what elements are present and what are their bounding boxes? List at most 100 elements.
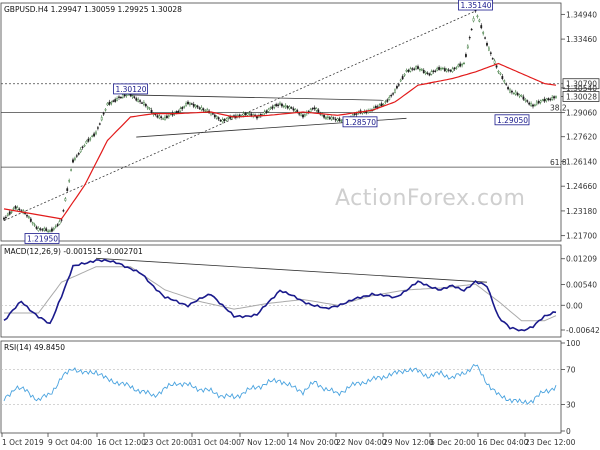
price-tick-label-7: 1.26140 [566, 157, 597, 166]
candle-body [31, 222, 34, 224]
candle-body [403, 74, 406, 76]
candle-body [133, 96, 136, 98]
rsi-tick-label-3: 0 [566, 427, 571, 436]
candle-body [284, 105, 287, 108]
candle-body [478, 19, 481, 22]
candle-body [539, 100, 542, 103]
price-tick-label-4: 1.30028 [566, 92, 597, 101]
candle-body [56, 224, 59, 227]
candle-body [499, 73, 502, 75]
candle-body [198, 107, 201, 109]
candle-body [541, 99, 544, 101]
candle-body [440, 68, 442, 70]
price-tick-label-5: 1.29060 [566, 109, 597, 118]
candle-body [532, 104, 534, 107]
candle-body [43, 228, 46, 231]
candle-body [125, 94, 128, 97]
candle-body [455, 67, 458, 69]
candle-body [396, 86, 398, 89]
price-annotation-label-2: 1.28570 [345, 118, 376, 127]
candle-body [114, 99, 117, 102]
candle-body [501, 76, 504, 80]
candle-body [390, 95, 393, 97]
candle-body [148, 107, 151, 110]
macd-tick-label-2: 0.00 [566, 301, 583, 310]
candle-body [160, 116, 163, 119]
candle-body [242, 113, 245, 116]
candle-body [459, 63, 462, 67]
candle-body [213, 114, 216, 118]
candle-body [509, 89, 511, 93]
x-tick-label-9: 6 Dec 20:00 [430, 438, 476, 447]
candle-body [415, 66, 417, 70]
candle-body [112, 100, 115, 102]
candle-body [313, 107, 316, 110]
candle-body [166, 115, 168, 119]
candle-body [298, 113, 301, 115]
x-tick-label-2: 16 Oct 12:00 [97, 438, 146, 447]
candle-body [137, 99, 140, 102]
candle-body [14, 206, 17, 209]
candle-body [91, 135, 94, 137]
x-tick-label-0: 1 Oct 2019 [2, 438, 44, 447]
candle-body [265, 110, 268, 113]
candle-body [401, 76, 404, 80]
candle-body [269, 107, 272, 109]
candle-body [520, 95, 523, 97]
candle-body [212, 113, 214, 115]
rsi-panel-frame [0, 340, 562, 434]
candle-body [463, 62, 465, 65]
candle-body [386, 99, 389, 102]
candle-body [281, 103, 283, 107]
candle-body [202, 108, 205, 111]
candle-body [430, 71, 433, 75]
candle-body [325, 117, 327, 120]
candle-body [497, 70, 500, 73]
candle-body [451, 68, 454, 72]
candle-body [327, 116, 329, 118]
macd-header: MACD(12,26,9) -0.001515 -0.002701 [4, 247, 143, 256]
candle-body [432, 70, 435, 72]
candle-body [491, 58, 494, 60]
candle-body [104, 109, 107, 111]
candle-body [177, 110, 180, 113]
rsi-tick-label-0: 100 [566, 339, 581, 348]
candle-body [58, 221, 61, 225]
candle-body [192, 103, 195, 107]
candle-body [206, 109, 209, 112]
candle-body [422, 69, 425, 73]
candle-body [489, 52, 492, 54]
candle-body [405, 70, 408, 72]
candle-body [480, 25, 483, 29]
candle-body [472, 18, 475, 22]
candle-body [495, 65, 498, 68]
candle-body [530, 103, 532, 106]
candle-body [417, 66, 419, 69]
candle-body [131, 95, 134, 98]
candle-body [26, 215, 28, 217]
candle-body [304, 114, 306, 117]
candle-body [338, 118, 341, 122]
candle-body [179, 108, 182, 112]
candle-body [409, 68, 412, 72]
price-tick-label-1: 1.33460 [566, 35, 597, 44]
candle-body [118, 96, 120, 98]
candle-body [102, 112, 105, 115]
axis-layer: 1.349401.334601.307901.305401.300281.290… [1, 10, 600, 447]
candle-body [394, 89, 396, 93]
candle-body [466, 45, 469, 49]
candle-body [361, 112, 364, 114]
candle-body [380, 103, 383, 107]
candle-body [121, 94, 124, 98]
candle-body [37, 228, 40, 231]
candle-body [141, 102, 143, 104]
candle-body [47, 230, 49, 233]
candle-body [273, 105, 276, 108]
candle-body [488, 47, 490, 51]
candle-body [123, 94, 126, 97]
candle-body [181, 107, 184, 109]
candle-body [204, 110, 207, 112]
candle-body [246, 113, 249, 116]
candle-body [453, 67, 456, 70]
candle-body [535, 101, 538, 105]
